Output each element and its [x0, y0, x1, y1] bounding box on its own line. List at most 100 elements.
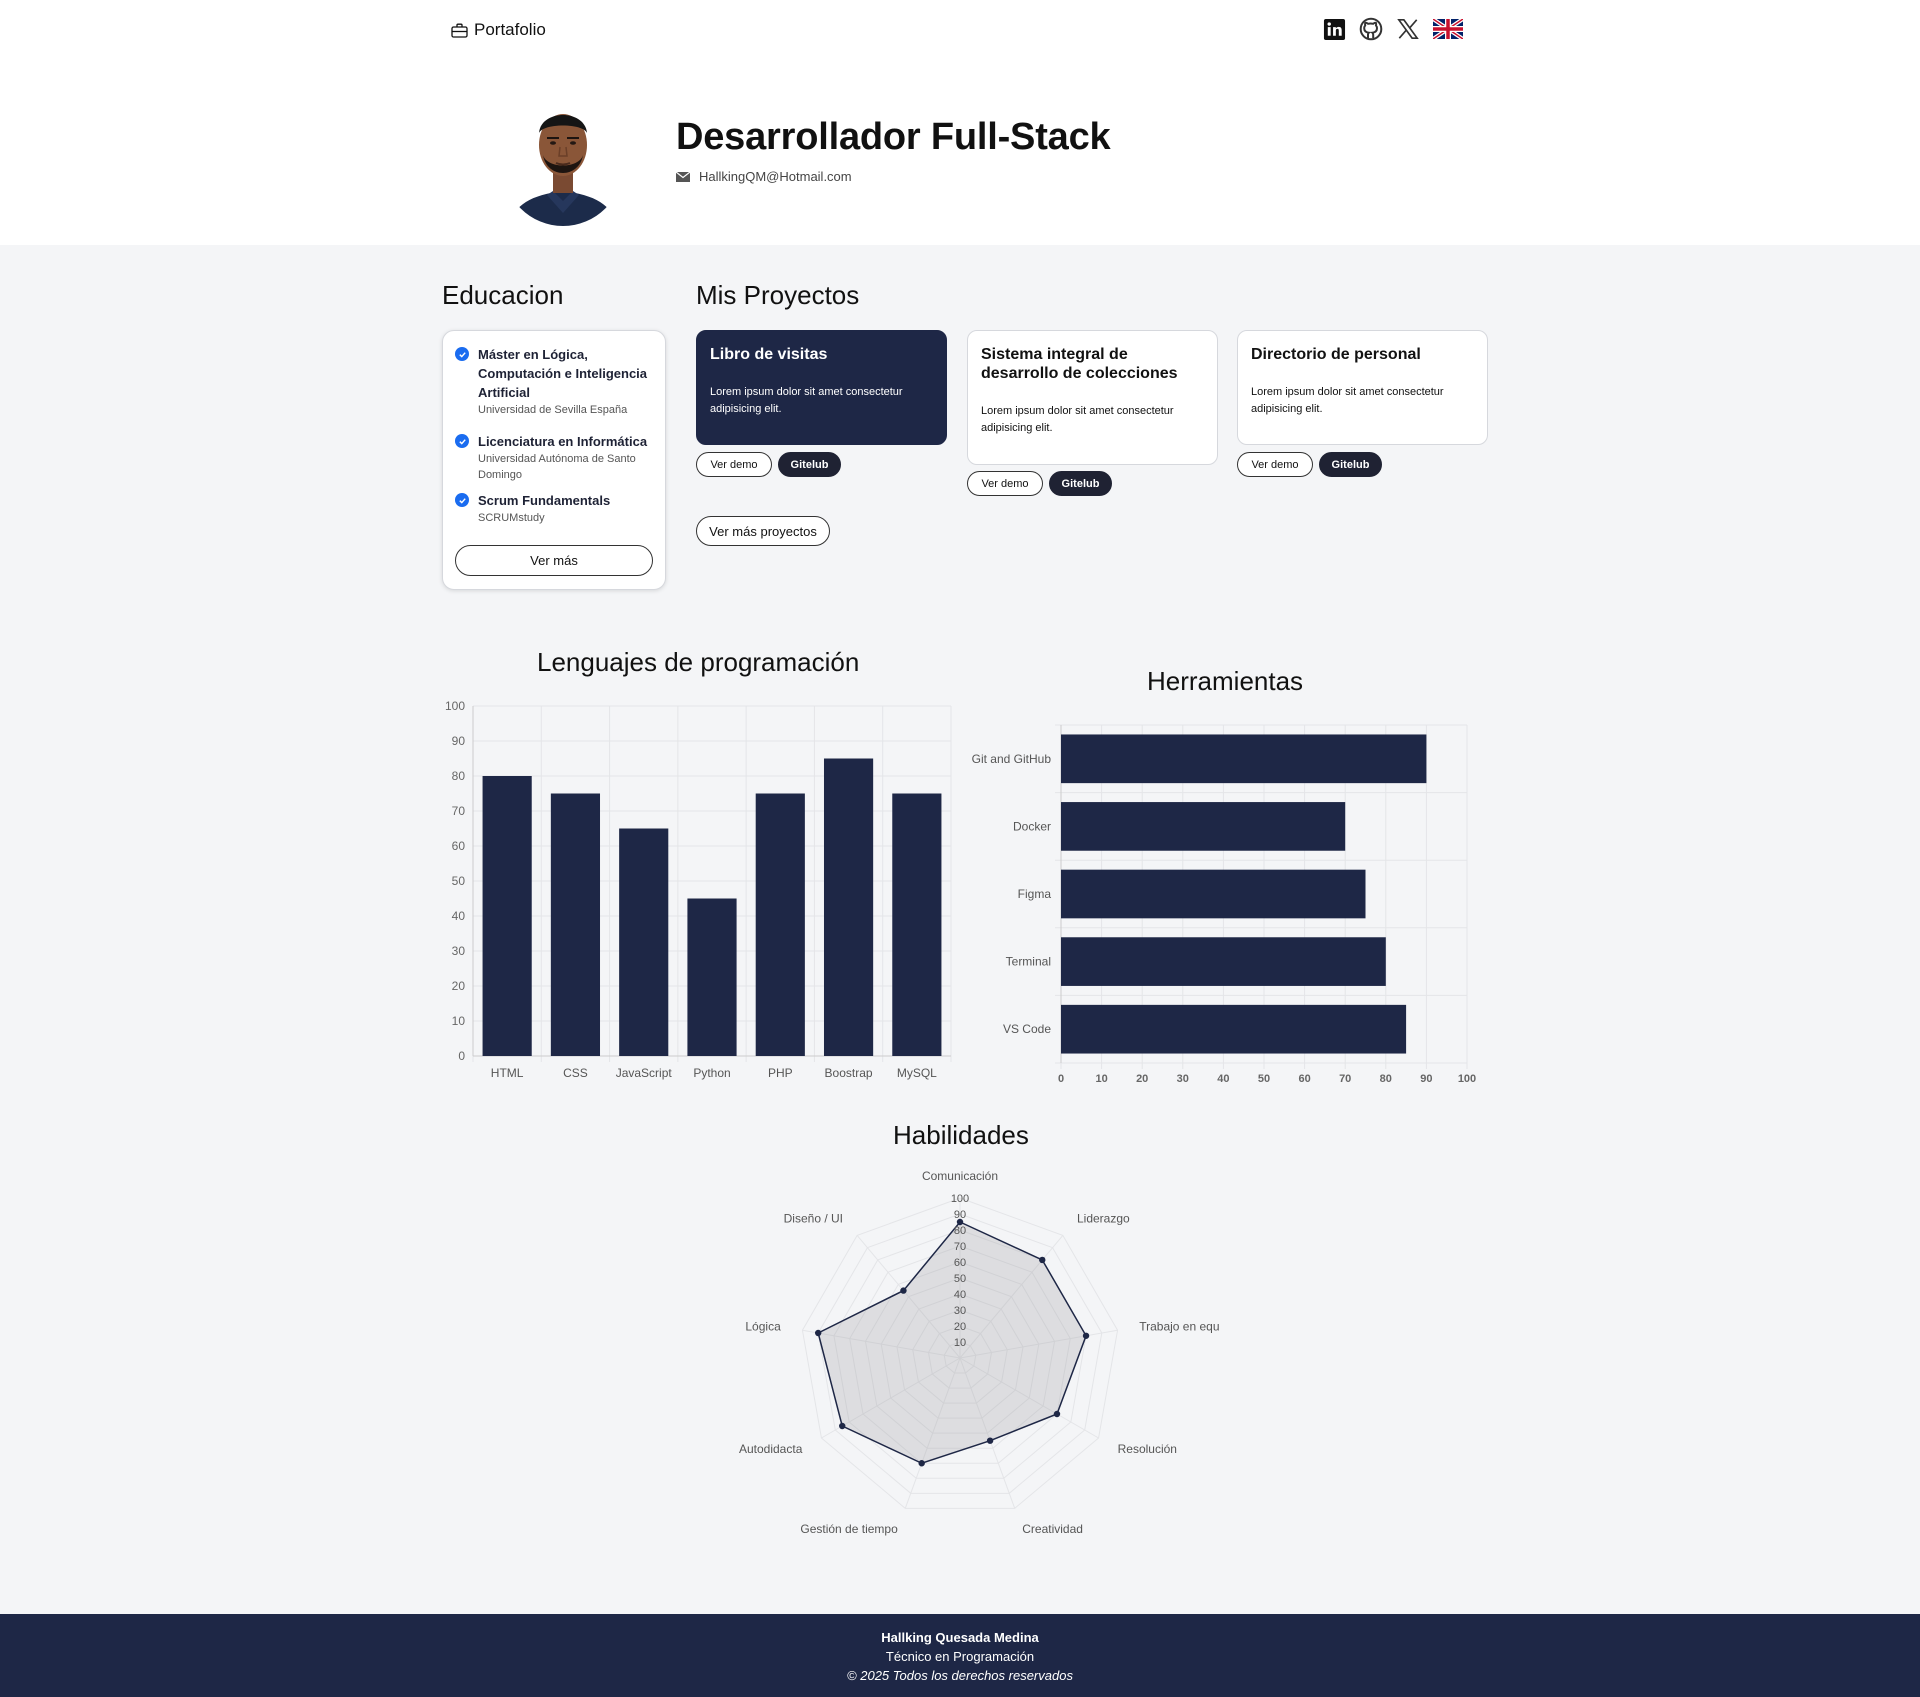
y-tick-label: Docker	[1013, 819, 1051, 833]
radar-axis-label: Lógica	[745, 1319, 781, 1333]
r-tick-label: 80	[954, 1225, 966, 1237]
r-tick-label: 20	[954, 1321, 966, 1333]
y-tick-label: 90	[452, 734, 466, 748]
bar	[550, 793, 601, 1056]
r-tick-label: 70	[954, 1241, 966, 1253]
project-repo-button[interactable]: Gitelub	[1319, 452, 1382, 477]
brand-link[interactable]: Portafolio	[451, 20, 546, 40]
x-tick-label: CSS	[563, 1066, 588, 1080]
x-tick-label: 30	[1177, 1073, 1189, 1085]
profile-avatar	[503, 106, 623, 226]
footer-copyright: © 2025 Todos los derechos reservados	[847, 1668, 1073, 1683]
email-text[interactable]: HallkingQM@Hotmail.com	[699, 169, 852, 184]
x-tick-label: 70	[1339, 1073, 1351, 1085]
project-demo-button[interactable]: Ver demo	[1237, 452, 1313, 477]
uk-flag-icon[interactable]	[1433, 19, 1463, 39]
x-tick-label: PHP	[768, 1066, 793, 1080]
check-circle-icon	[455, 493, 469, 507]
radar-point	[1039, 1256, 1046, 1264]
y-tick-label: 50	[452, 874, 466, 888]
education-institution: Universidad Autónoma de Santo Domingo	[478, 453, 636, 481]
radar-series-area	[817, 1221, 1087, 1465]
languages-chart-title: Lenguajes de programación	[537, 647, 860, 677]
project-repo-button[interactable]: Gitelub	[778, 452, 841, 477]
email-row: HallkingQM@Hotmail.com	[676, 169, 852, 184]
y-tick-label: Git and GitHub	[972, 752, 1052, 766]
linkedin-icon[interactable]	[1322, 17, 1346, 41]
y-tick-label: 40	[452, 909, 466, 923]
briefcase-icon	[451, 23, 468, 38]
top-header: Portafolio Desarrollador Full-Stack Hall…	[0, 0, 1920, 245]
radar-axis-label: Gestión de tiempo	[800, 1522, 898, 1536]
x-tick-label: 20	[1136, 1073, 1148, 1085]
x-tick-label: 40	[1217, 1073, 1229, 1085]
more-projects-button[interactable]: Ver más proyectos	[696, 516, 830, 546]
education-title: Máster en Lógica, Computación e Intelige…	[478, 347, 648, 400]
x-tick-label: 60	[1298, 1073, 1310, 1085]
github-icon[interactable]	[1359, 17, 1383, 41]
education-item: Máster en Lógica, Computación e Intelige…	[455, 345, 655, 418]
x-tick-label: Boostrap	[825, 1066, 873, 1080]
y-tick-label: VS Code	[1003, 1022, 1051, 1036]
skills-chart: 10 20 30 40 50 60 70 80 90 100 Comunicación Lideraz…	[739, 1169, 1220, 1536]
y-tick-label: 10	[452, 1014, 466, 1028]
x-tick-label: Python	[693, 1066, 730, 1080]
y-tick-label: 20	[452, 979, 466, 993]
footer-name: Hallking Quesada Medina	[881, 1630, 1039, 1645]
r-tick-label: 100	[951, 1193, 969, 1205]
radar-point	[839, 1422, 846, 1430]
x-icon[interactable]	[1396, 17, 1420, 41]
project-demo-button[interactable]: Ver demo	[967, 471, 1043, 496]
check-circle-icon	[455, 434, 469, 448]
radar-axis-label: Liderazgo	[1077, 1212, 1130, 1226]
education-institution: SCRUMstudy	[478, 512, 545, 524]
y-tick-label: 100	[445, 699, 465, 713]
education-more-button[interactable]: Ver más	[455, 545, 653, 576]
education-title: Licenciatura en Informática	[478, 434, 648, 449]
bar	[482, 776, 532, 1056]
footer-role: Técnico en Programación	[885, 1649, 1035, 1664]
r-tick-label: 30	[954, 1305, 966, 1317]
radar-axis-label: Diseño / UI	[784, 1212, 843, 1226]
project-card: Libro de visitas Lorem ipsum dolor sit a…	[696, 330, 947, 445]
bar	[1061, 1004, 1407, 1054]
radar-axis-label: Resolución	[1118, 1442, 1177, 1456]
project-title: Libro de visitas	[710, 346, 828, 363]
projects-heading: Mis Proyectos	[696, 280, 860, 310]
radar-axis-label: Trabajo en equipo	[1139, 1319, 1220, 1333]
r-tick-label: 10	[954, 1337, 966, 1349]
y-tick-label: 0	[458, 1049, 465, 1063]
project-demo-button[interactable]: Ver demo	[696, 452, 772, 477]
r-tick-label: 40	[954, 1289, 966, 1301]
x-tick-label: 0	[1058, 1073, 1064, 1085]
project-repo-button[interactable]: Gitelub	[1049, 471, 1112, 496]
radar-axis-label: Creatividad	[1022, 1522, 1083, 1536]
radar-point	[986, 1437, 994, 1444]
project-description: Lorem ipsum dolor sit amet consectetur a…	[1251, 386, 1444, 415]
x-tick-label: 80	[1380, 1073, 1392, 1085]
radar-point	[918, 1460, 925, 1467]
project-description: Lorem ipsum dolor sit amet consectetur a…	[710, 386, 903, 415]
radar-point	[1082, 1332, 1090, 1339]
x-tick-label: HTML	[491, 1066, 524, 1080]
bar	[823, 758, 874, 1056]
y-tick-label: Terminal	[1006, 955, 1051, 969]
footer: Hallking Quesada Medina Técnico en Progr…	[0, 1614, 1920, 1697]
x-tick-label: 90	[1420, 1073, 1432, 1085]
radar-axis-label: Comunicación	[922, 1169, 998, 1183]
languages-chart: 0 10 20 30 40 50 60 70 80 90 100 HTML CSS JavaScript P…	[445, 699, 952, 1080]
education-card: Máster en Lógica, Computación e Intelige…	[442, 330, 666, 590]
brand-label: Portafolio	[474, 20, 546, 39]
radar-axis-label: Autodidacta	[739, 1442, 803, 1456]
bar	[892, 793, 942, 1056]
check-circle-icon	[455, 347, 469, 361]
radar-point	[900, 1287, 907, 1294]
r-tick-label: 90	[954, 1209, 966, 1221]
x-tick-label: 50	[1258, 1073, 1270, 1085]
radar-point	[1053, 1410, 1061, 1418]
project-card: Sistema integral de desarrollo de colecc…	[967, 330, 1218, 465]
y-tick-label: 30	[452, 944, 466, 958]
x-tick-label: 10	[1095, 1073, 1107, 1085]
hero-title: Desarrollador Full-Stack	[676, 116, 1111, 158]
y-tick-label: 60	[452, 839, 466, 853]
